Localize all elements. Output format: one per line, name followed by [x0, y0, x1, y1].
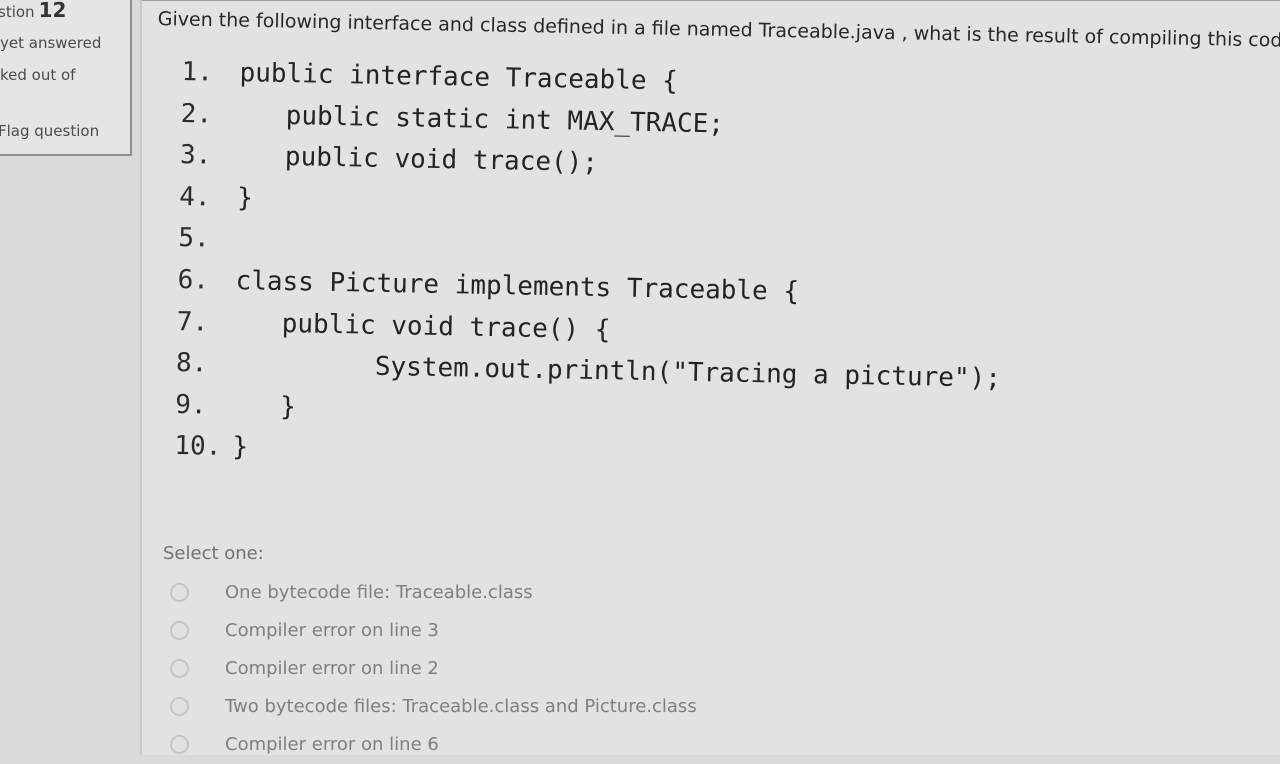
- line-number: 3.: [179, 140, 212, 171]
- line-number: 4.: [178, 181, 211, 213]
- code-text: public static int MAX_TRACE;: [238, 99, 725, 140]
- radio-button[interactable]: [170, 697, 189, 717]
- panel-divider: [140, 0, 142, 755]
- radio-button[interactable]: [170, 620, 189, 640]
- select-one-label: Select one:: [163, 543, 264, 564]
- radio-button[interactable]: [170, 735, 189, 755]
- line-number: 9.: [174, 389, 207, 421]
- question-prefix: stion: [0, 3, 35, 21]
- code-text: }: [232, 390, 297, 422]
- answer-option[interactable]: One bytecode file: Traceable.class: [170, 573, 697, 611]
- answer-option[interactable]: Compiler error on line 3: [170, 611, 697, 649]
- answer-status: yet answered: [0, 34, 102, 52]
- question-info-panel: stion 12 yet answered ked out of Flag que…: [0, 0, 132, 156]
- radio-button[interactable]: [170, 658, 189, 678]
- line-number: 7.: [176, 306, 209, 338]
- code-text: public interface Traceable {: [239, 58, 679, 97]
- flag-question-link[interactable]: Flag question: [0, 122, 99, 140]
- line-number: 2.: [180, 98, 213, 130]
- code-text: }: [236, 182, 254, 214]
- top-divider: [142, 0, 1280, 1]
- answer-option[interactable]: Compiler error on line 6: [170, 726, 697, 764]
- answer-option-label[interactable]: Two bytecode files: Traceable.class and …: [225, 696, 697, 717]
- question-number: 12: [38, 0, 67, 22]
- answer-option-label[interactable]: One bytecode file: Traceable.class: [225, 582, 533, 603]
- answer-option[interactable]: Two bytecode files: Traceable.class and …: [170, 688, 697, 726]
- answer-option-label[interactable]: Compiler error on line 2: [225, 658, 439, 679]
- question-number-heading: stion 12: [0, 0, 66, 22]
- answer-options: One bytecode file: Traceable.class Compi…: [170, 573, 697, 764]
- line-number: 8.: [175, 348, 208, 379]
- line-number: 10.: [174, 431, 222, 463]
- line-number: 1.: [181, 56, 214, 88]
- marks-info: ked out of: [0, 66, 76, 84]
- answer-option[interactable]: Compiler error on line 2: [170, 649, 697, 687]
- code-text: public void trace() {: [234, 307, 611, 345]
- answer-option-label[interactable]: Compiler error on line 6: [225, 734, 439, 755]
- line-number: 5.: [178, 223, 211, 254]
- answer-option-label[interactable]: Compiler error on line 3: [225, 620, 439, 641]
- line-number: 6.: [177, 264, 210, 296]
- code-text: public void trace();: [237, 141, 599, 179]
- code-text: }: [232, 432, 249, 463]
- code-listing: 1. public interface Traceable { 2. public…: [174, 52, 1007, 484]
- radio-button[interactable]: [170, 582, 189, 602]
- code-text: class Picture implements Traceable {: [235, 266, 800, 307]
